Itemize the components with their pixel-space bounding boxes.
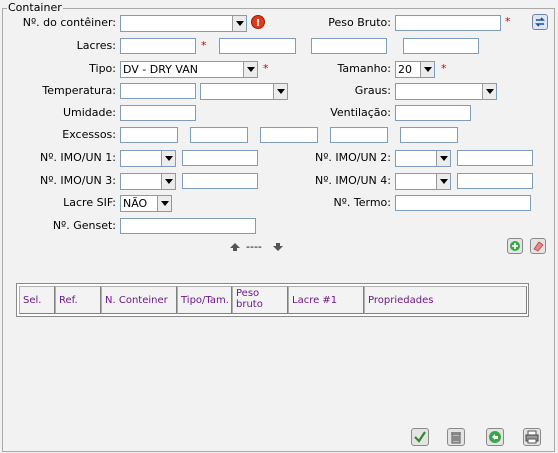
ventilacao-input[interactable] — [395, 105, 471, 121]
imo2-select[interactable] — [395, 150, 451, 167]
label-peso-bruto: Peso Bruto: — [328, 16, 391, 29]
tamanho-select[interactable]: 20 — [395, 61, 435, 78]
temperatura-unit-select[interactable] — [200, 83, 288, 100]
column-header[interactable]: Lacre #1 — [288, 286, 364, 314]
print-icon[interactable] — [523, 428, 541, 446]
label-imo3: Nº. IMO/UN 3: — [40, 174, 116, 187]
label-temperatura: Temperatura: — [42, 84, 116, 97]
imo1-input[interactable] — [182, 150, 258, 166]
imo4-input[interactable] — [457, 173, 533, 189]
temperatura-input[interactable] — [120, 83, 196, 99]
excesso-1-input[interactable] — [120, 127, 178, 143]
imo3-input[interactable] — [182, 173, 258, 189]
label-tipo: Tipo: — [89, 62, 116, 75]
section-title: Container — [7, 1, 63, 14]
label-lacres: Lacres: — [76, 39, 116, 52]
lacre-sif-value: NÃO — [123, 197, 148, 210]
lacre-3-input[interactable] — [311, 38, 387, 54]
add-icon[interactable] — [507, 238, 523, 254]
label-genset: Nº. Genset: — [52, 219, 116, 232]
chevron-down-icon — [273, 84, 287, 99]
label-imo1: Nº. IMO/UN 1: — [40, 151, 116, 164]
peso-bruto-input[interactable] — [395, 15, 501, 31]
label-excessos: Excessos: — [62, 128, 116, 141]
containers-table: Sel. Ref. N. Conteiner Tipo/Tam. Peso br… — [16, 283, 529, 317]
chevron-down-icon — [482, 84, 496, 99]
tipo-value: DV - DRY VAN — [123, 63, 198, 76]
nav-separator: ---- — [246, 240, 262, 253]
chevron-down-icon — [436, 174, 450, 189]
chevron-down-icon — [161, 174, 175, 189]
termo-input[interactable] — [395, 195, 531, 211]
label-graus: Graus: — [354, 84, 391, 97]
column-header[interactable]: Propriedades — [364, 286, 527, 314]
imo3-select[interactable] — [120, 173, 176, 190]
chevron-down-icon — [232, 16, 246, 31]
lacre-sif-select[interactable]: NÃO — [120, 195, 172, 212]
label-umidade: Umidade: — [62, 106, 116, 119]
column-header[interactable]: Ref. — [55, 286, 101, 314]
tamanho-value: 20 — [398, 63, 412, 76]
column-header[interactable]: N. Conteiner — [101, 286, 177, 314]
excesso-2-input[interactable] — [190, 127, 248, 143]
imo2-input[interactable] — [457, 150, 533, 166]
graus-select[interactable] — [395, 83, 497, 100]
label-imo2: Nº. IMO/UN 2: — [315, 151, 391, 164]
column-header[interactable]: Peso bruto — [232, 286, 288, 314]
label-lacre-sif: Lacre SIF: — [63, 196, 116, 209]
required-mark: * — [201, 39, 207, 52]
excesso-5-input[interactable] — [400, 127, 458, 143]
imo1-select[interactable] — [120, 150, 176, 167]
chevron-down-icon — [420, 62, 434, 77]
required-mark: * — [263, 62, 269, 75]
undo-icon[interactable] — [486, 428, 504, 446]
lacre-4-input[interactable] — [403, 38, 479, 54]
arrow-up-icon[interactable] — [229, 242, 241, 252]
label-imo4: Nº. IMO/UN 4: — [315, 174, 391, 187]
required-mark: * — [441, 62, 447, 75]
column-header[interactable]: Sel. — [19, 286, 55, 314]
chevron-down-icon — [243, 62, 257, 77]
excesso-4-input[interactable] — [330, 127, 388, 143]
chevron-down-icon — [436, 151, 450, 166]
svg-text:!: ! — [256, 18, 261, 29]
refresh-icon[interactable] — [532, 14, 548, 30]
trash-icon[interactable] — [447, 428, 465, 446]
info-icon[interactable]: ! — [251, 15, 265, 29]
required-mark: * — [505, 15, 511, 28]
eraser-icon[interactable] — [530, 238, 546, 254]
umidade-input[interactable] — [120, 105, 196, 121]
container-number-select[interactable] — [120, 15, 247, 32]
label-tamanho: Tamanho: — [337, 62, 391, 75]
chevron-down-icon — [157, 196, 171, 211]
imo4-select[interactable] — [395, 173, 451, 190]
column-header[interactable]: Tipo/Tam. — [177, 286, 232, 314]
check-icon[interactable] — [411, 428, 429, 446]
lacre-2-input[interactable] — [219, 38, 296, 54]
arrow-down-icon[interactable] — [272, 242, 284, 252]
label-ventilacao: Ventilação: — [330, 106, 391, 119]
genset-input[interactable] — [120, 218, 256, 234]
label-container-number: Nº. do contêiner: — [22, 16, 116, 29]
lacre-1-input[interactable] — [120, 38, 196, 54]
chevron-down-icon — [161, 151, 175, 166]
label-termo: Nº. Termo: — [333, 196, 391, 209]
tipo-select[interactable]: DV - DRY VAN — [120, 61, 258, 78]
excesso-3-input[interactable] — [260, 127, 318, 143]
